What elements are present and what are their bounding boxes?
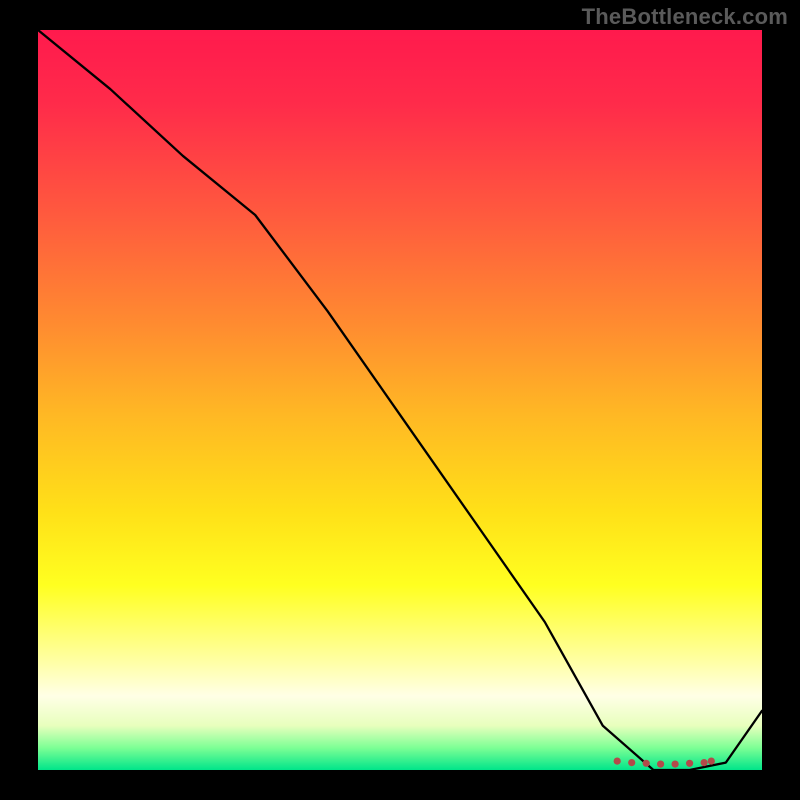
flat-region-marker	[643, 760, 650, 767]
watermark-text: TheBottleneck.com	[582, 4, 788, 30]
flat-region-marker	[708, 758, 715, 765]
flat-region-marker	[701, 759, 708, 766]
curve-line	[38, 30, 762, 770]
flat-region-marker	[614, 758, 621, 765]
plot-area	[38, 30, 762, 770]
chart-svg	[38, 30, 762, 770]
flat-region-marker	[672, 761, 679, 768]
chart-frame: TheBottleneck.com	[0, 0, 800, 800]
flat-region-marker	[686, 760, 693, 767]
flat-region-marker	[628, 759, 635, 766]
flat-region-marker	[657, 761, 664, 768]
marker-group	[614, 758, 715, 768]
